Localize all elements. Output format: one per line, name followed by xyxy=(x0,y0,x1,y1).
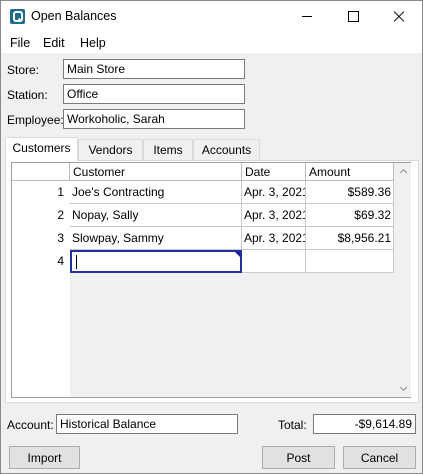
menu-help[interactable]: Help xyxy=(80,36,106,50)
row-number: 3 xyxy=(12,227,70,250)
total-field: -$9,614.89 xyxy=(313,414,416,434)
column-header-customer[interactable]: Customer xyxy=(70,163,242,181)
customer-cell[interactable]: Slowpay, Sammy xyxy=(70,227,242,250)
scroll-up-button[interactable] xyxy=(396,163,411,179)
text-caret xyxy=(76,255,77,269)
account-label: Account: xyxy=(7,418,54,432)
station-field[interactable]: Office xyxy=(63,84,245,104)
import-button[interactable]: Import xyxy=(9,446,80,469)
date-cell[interactable] xyxy=(242,250,306,273)
minimize-button[interactable] xyxy=(284,1,330,32)
chevron-down-icon xyxy=(399,383,408,392)
store-field[interactable]: Main Store xyxy=(63,59,245,79)
menu-edit[interactable]: Edit xyxy=(43,36,65,50)
close-icon xyxy=(393,11,405,23)
tab-vendors[interactable]: Vendors xyxy=(78,139,143,160)
window-title: Open Balances xyxy=(31,9,117,23)
date-cell[interactable]: Apr. 3, 2021 xyxy=(242,227,306,250)
chevron-up-icon xyxy=(399,168,408,177)
vertical-scrollbar[interactable] xyxy=(396,163,411,397)
menu-bar: File Edit Help xyxy=(1,32,422,53)
minimize-icon xyxy=(302,16,312,17)
tab-items[interactable]: Items xyxy=(143,139,193,160)
row-number: 2 xyxy=(12,204,70,227)
app-icon xyxy=(10,9,25,24)
amount-cell[interactable]: $589.36 xyxy=(306,181,394,204)
customer-cell[interactable]: Joe's Contracting xyxy=(70,181,242,204)
cancel-button[interactable]: Cancel xyxy=(343,446,416,469)
tab-customers[interactable]: Customers xyxy=(5,137,78,161)
amount-cell[interactable]: $69.32 xyxy=(306,204,394,227)
balances-grid: Customer Date Amount 1 Joe's Contracting… xyxy=(11,162,411,398)
employee-field[interactable]: Workoholic, Sarah xyxy=(63,109,245,129)
customer-cell[interactable]: Nopay, Sally xyxy=(70,204,242,227)
maximize-icon xyxy=(347,11,359,22)
scroll-down-button[interactable] xyxy=(396,381,411,397)
post-button[interactable]: Post xyxy=(262,446,335,469)
amount-cell[interactable] xyxy=(306,250,394,273)
row-number: 4 xyxy=(12,250,70,273)
column-header-amount[interactable]: Amount xyxy=(306,163,394,181)
row-number: 1 xyxy=(12,181,70,204)
amount-cell[interactable]: $8,956.21 xyxy=(306,227,394,250)
close-button[interactable] xyxy=(376,1,422,32)
date-cell[interactable]: Apr. 3, 2021 xyxy=(242,181,306,204)
grid-corner xyxy=(12,163,70,181)
maximize-button[interactable] xyxy=(330,1,376,32)
store-label: Store: xyxy=(7,63,40,77)
menu-file[interactable]: File xyxy=(10,36,30,50)
date-cell[interactable]: Apr. 3, 2021 xyxy=(242,204,306,227)
station-label: Station: xyxy=(7,88,48,102)
employee-label: Employee: xyxy=(7,113,64,127)
row-header-filler xyxy=(12,273,70,397)
account-field[interactable]: Historical Balance xyxy=(56,414,238,434)
customer-edit-cell[interactable] xyxy=(70,250,242,273)
open-balances-window: Open Balances File Edit Help Store: Main… xyxy=(0,0,423,474)
total-label: Total: xyxy=(278,418,307,432)
column-header-date[interactable]: Date xyxy=(242,163,306,181)
tab-accounts[interactable]: Accounts xyxy=(193,139,260,160)
dropdown-corner-marker[interactable] xyxy=(233,252,240,259)
title-bar: Open Balances xyxy=(1,1,422,32)
